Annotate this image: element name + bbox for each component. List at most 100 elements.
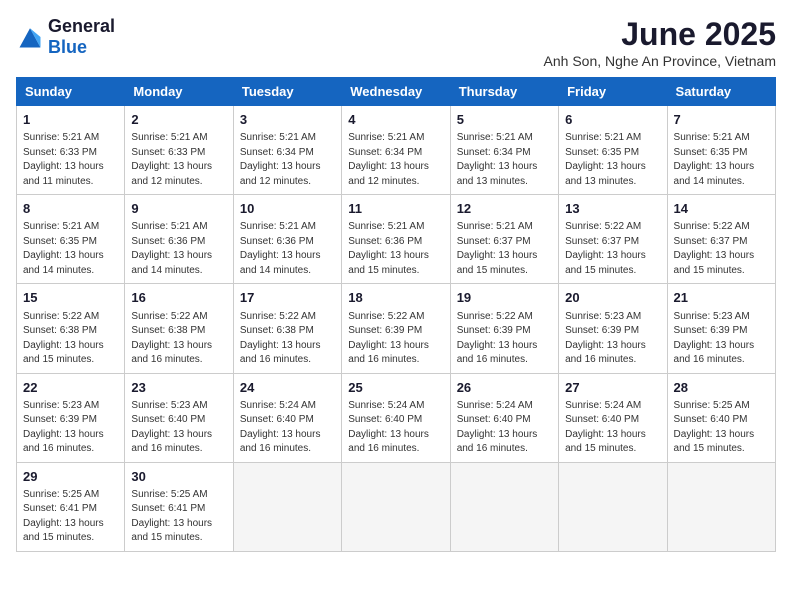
calendar-cell: 6 Sunrise: 5:21 AM Sunset: 6:35 PM Daylig…	[559, 106, 667, 195]
day-number: 9	[131, 200, 226, 218]
calendar-table: SundayMondayTuesdayWednesdayThursdayFrid…	[16, 77, 776, 552]
day-number: 8	[23, 200, 118, 218]
day-number: 15	[23, 289, 118, 307]
day-info: Sunrise: 5:24 AM Sunset: 6:40 PM Dayligh…	[348, 399, 443, 457]
calendar-cell: 3 Sunrise: 5:21 AM Sunset: 6:34 PM Daylig…	[233, 106, 341, 195]
day-number: 12	[457, 200, 552, 218]
day-number: 21	[674, 289, 769, 307]
day-info: Sunrise: 5:21 AM Sunset: 6:36 PM Dayligh…	[131, 220, 226, 278]
calendar-cell: 14 Sunrise: 5:22 AM Sunset: 6:37 PM Dayli…	[667, 195, 775, 284]
logo: General Blue	[16, 16, 115, 58]
day-number: 28	[674, 379, 769, 397]
title-area: June 2025 Anh Son, Nghe An Province, Vie…	[544, 16, 776, 69]
day-info: Sunrise: 5:24 AM Sunset: 6:40 PM Dayligh…	[240, 399, 335, 457]
calendar-cell: 1 Sunrise: 5:21 AM Sunset: 6:33 PM Daylig…	[17, 106, 125, 195]
day-info: Sunrise: 5:21 AM Sunset: 6:35 PM Dayligh…	[565, 131, 660, 189]
weekday-header: Thursday	[450, 78, 558, 106]
day-number: 3	[240, 111, 335, 129]
day-info: Sunrise: 5:21 AM Sunset: 6:34 PM Dayligh…	[457, 131, 552, 189]
day-info: Sunrise: 5:21 AM Sunset: 6:36 PM Dayligh…	[240, 220, 335, 278]
day-number: 11	[348, 200, 443, 218]
day-info: Sunrise: 5:22 AM Sunset: 6:37 PM Dayligh…	[565, 220, 660, 278]
calendar-cell: 30 Sunrise: 5:25 AM Sunset: 6:41 PM Dayli…	[125, 462, 233, 551]
day-number: 17	[240, 289, 335, 307]
day-number: 26	[457, 379, 552, 397]
day-info: Sunrise: 5:22 AM Sunset: 6:39 PM Dayligh…	[457, 310, 552, 368]
header: General Blue June 2025 Anh Son, Nghe An …	[16, 16, 776, 69]
day-info: Sunrise: 5:21 AM Sunset: 6:34 PM Dayligh…	[240, 131, 335, 189]
weekday-header: Sunday	[17, 78, 125, 106]
day-info: Sunrise: 5:22 AM Sunset: 6:38 PM Dayligh…	[23, 310, 118, 368]
calendar-week-row: 8 Sunrise: 5:21 AM Sunset: 6:35 PM Daylig…	[17, 195, 776, 284]
day-info: Sunrise: 5:23 AM Sunset: 6:39 PM Dayligh…	[23, 399, 118, 457]
day-info: Sunrise: 5:22 AM Sunset: 6:39 PM Dayligh…	[348, 310, 443, 368]
day-number: 18	[348, 289, 443, 307]
day-info: Sunrise: 5:25 AM Sunset: 6:41 PM Dayligh…	[23, 488, 118, 546]
calendar-week-row: 29Sunrise: 5:25 AM Sunset: 6:41 PM Dayli…	[17, 462, 776, 551]
day-info: Sunrise: 5:22 AM Sunset: 6:37 PM Dayligh…	[674, 220, 769, 278]
logo-general: General	[48, 16, 115, 36]
calendar-cell: 18 Sunrise: 5:22 AM Sunset: 6:39 PM Dayli…	[342, 284, 450, 373]
day-info: Sunrise: 5:23 AM Sunset: 6:40 PM Dayligh…	[131, 399, 226, 457]
logo-blue: Blue	[48, 37, 87, 57]
calendar-cell: 25 Sunrise: 5:24 AM Sunset: 6:40 PM Dayli…	[342, 373, 450, 462]
calendar-cell: 20Sunrise: 5:23 AM Sunset: 6:39 PM Dayli…	[559, 284, 667, 373]
calendar-cell: 15 Sunrise: 5:22 AM Sunset: 6:38 PM Dayli…	[17, 284, 125, 373]
calendar-cell	[559, 462, 667, 551]
calendar-cell: 10 Sunrise: 5:21 AM Sunset: 6:36 PM Dayli…	[233, 195, 341, 284]
weekday-header: Monday	[125, 78, 233, 106]
day-info: Sunrise: 5:23 AM Sunset: 6:39 PM Dayligh…	[674, 310, 769, 368]
calendar-cell	[233, 462, 341, 551]
calendar-cell: 11 Sunrise: 5:21 AM Sunset: 6:36 PM Dayli…	[342, 195, 450, 284]
calendar-cell: 8 Sunrise: 5:21 AM Sunset: 6:35 PM Daylig…	[17, 195, 125, 284]
calendar-cell: 9 Sunrise: 5:21 AM Sunset: 6:36 PM Daylig…	[125, 195, 233, 284]
day-number: 7	[674, 111, 769, 129]
calendar-cell: 13 Sunrise: 5:22 AM Sunset: 6:37 PM Dayli…	[559, 195, 667, 284]
calendar-cell: 29Sunrise: 5:25 AM Sunset: 6:41 PM Dayli…	[17, 462, 125, 551]
day-info: Sunrise: 5:24 AM Sunset: 6:40 PM Dayligh…	[565, 399, 660, 457]
calendar-cell: 16 Sunrise: 5:22 AM Sunset: 6:38 PM Dayli…	[125, 284, 233, 373]
calendar-cell	[667, 462, 775, 551]
weekday-header: Tuesday	[233, 78, 341, 106]
calendar-week-row: 15 Sunrise: 5:22 AM Sunset: 6:38 PM Dayli…	[17, 284, 776, 373]
day-number: 24	[240, 379, 335, 397]
day-info: Sunrise: 5:21 AM Sunset: 6:33 PM Dayligh…	[23, 131, 118, 189]
day-number: 16	[131, 289, 226, 307]
day-number: 6	[565, 111, 660, 129]
logo-icon	[16, 23, 44, 51]
weekday-header-row: SundayMondayTuesdayWednesdayThursdayFrid…	[17, 78, 776, 106]
day-number: 10	[240, 200, 335, 218]
calendar-cell	[450, 462, 558, 551]
day-info: Sunrise: 5:22 AM Sunset: 6:38 PM Dayligh…	[131, 310, 226, 368]
day-info: Sunrise: 5:25 AM Sunset: 6:41 PM Dayligh…	[131, 488, 226, 546]
calendar-cell: 7Sunrise: 5:21 AM Sunset: 6:35 PM Daylig…	[667, 106, 775, 195]
day-info: Sunrise: 5:21 AM Sunset: 6:37 PM Dayligh…	[457, 220, 552, 278]
day-number: 27	[565, 379, 660, 397]
calendar-cell: 22 Sunrise: 5:23 AM Sunset: 6:39 PM Dayli…	[17, 373, 125, 462]
calendar-cell: 24 Sunrise: 5:24 AM Sunset: 6:40 PM Dayli…	[233, 373, 341, 462]
day-number: 4	[348, 111, 443, 129]
day-number: 20	[565, 289, 660, 307]
calendar-cell: 28Sunrise: 5:25 AM Sunset: 6:40 PM Dayli…	[667, 373, 775, 462]
calendar-cell: 5Sunrise: 5:21 AM Sunset: 6:34 PM Daylig…	[450, 106, 558, 195]
day-number: 1	[23, 111, 118, 129]
weekday-header: Saturday	[667, 78, 775, 106]
calendar-cell: 27 Sunrise: 5:24 AM Sunset: 6:40 PM Dayli…	[559, 373, 667, 462]
day-info: Sunrise: 5:21 AM Sunset: 6:33 PM Dayligh…	[131, 131, 226, 189]
day-number: 19	[457, 289, 552, 307]
day-number: 30	[131, 468, 226, 486]
day-number: 13	[565, 200, 660, 218]
month-title: June 2025	[544, 16, 776, 53]
calendar-cell: 17 Sunrise: 5:22 AM Sunset: 6:38 PM Dayli…	[233, 284, 341, 373]
calendar-cell	[342, 462, 450, 551]
day-number: 23	[131, 379, 226, 397]
calendar-cell: 12 Sunrise: 5:21 AM Sunset: 6:37 PM Dayli…	[450, 195, 558, 284]
day-info: Sunrise: 5:24 AM Sunset: 6:40 PM Dayligh…	[457, 399, 552, 457]
day-info: Sunrise: 5:21 AM Sunset: 6:34 PM Dayligh…	[348, 131, 443, 189]
day-number: 25	[348, 379, 443, 397]
day-info: Sunrise: 5:22 AM Sunset: 6:38 PM Dayligh…	[240, 310, 335, 368]
day-info: Sunrise: 5:21 AM Sunset: 6:35 PM Dayligh…	[23, 220, 118, 278]
day-number: 22	[23, 379, 118, 397]
day-number: 14	[674, 200, 769, 218]
day-info: Sunrise: 5:21 AM Sunset: 6:36 PM Dayligh…	[348, 220, 443, 278]
